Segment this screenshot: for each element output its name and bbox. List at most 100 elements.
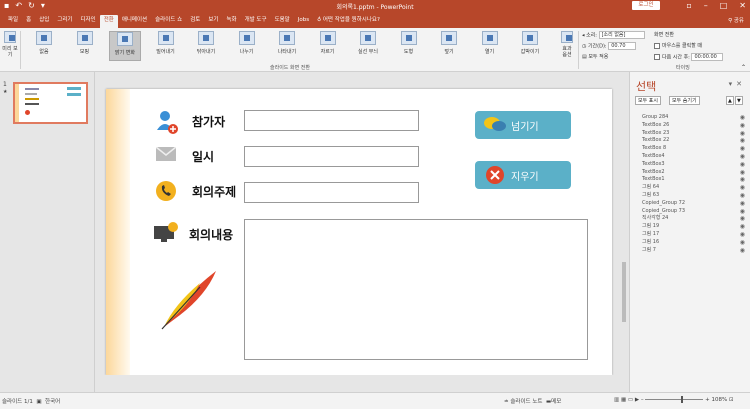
tab-3[interactable]: 그리기 [53,15,76,25]
tab-2[interactable]: 삽입 [35,15,53,25]
eye-icon[interactable]: ◉ [740,153,745,161]
selection-item[interactable]: TextBox 26 ◉ [642,122,747,130]
eye-icon[interactable]: ◉ [740,208,745,216]
zoom-in-icon[interactable]: + [705,397,710,403]
tab-0[interactable]: 파일 [4,15,22,25]
horizontal-scrollbar[interactable] [96,375,628,392]
participants-textbox[interactable] [244,110,419,131]
eye-icon[interactable]: ◉ [740,130,745,138]
effect-5[interactable]: 나누기 [231,31,263,61]
eye-icon[interactable]: ◉ [740,192,745,200]
effect-options-button[interactable]: 효과 옵션 [558,31,576,58]
eye-icon[interactable]: ◉ [740,169,745,177]
move-down-icon[interactable]: ▼ [735,96,743,105]
login-button[interactable]: 로그인 [632,1,660,10]
selection-item[interactable]: TextBox3 ◉ [642,161,747,169]
notes-button[interactable]: ≐ 슬라이드 노트 [504,399,542,405]
effect-2[interactable]: 밝기 변화 [109,31,141,61]
effect-10[interactable]: 덮기 [433,31,465,61]
tab-1[interactable]: 홈 [22,15,35,25]
hide-all-button[interactable]: 모두 숨기기 [669,96,700,105]
effect-3[interactable]: 밀어내기 [150,31,182,61]
datetime-textbox[interactable] [244,146,419,167]
zoom-out-icon[interactable]: – [641,397,644,403]
slide-canvas[interactable]: 참가자 일시 회의주제 회의내용 넘기기 지우기 [106,89,612,375]
effect-4[interactable]: 닦아내기 [190,31,222,61]
eye-icon[interactable]: ◉ [740,161,745,169]
tab-4[interactable]: 디자인 [77,15,100,25]
share-button[interactable]: ⚲ 공유 [728,16,744,24]
collapse-ribbon-icon[interactable]: ⌃ [741,64,746,71]
reading-view-icon[interactable]: ▭ [628,397,633,403]
tab-10[interactable]: 녹화 [222,15,240,25]
tab-12[interactable]: 도움말 [271,15,294,25]
minimize-icon[interactable]: – [704,0,708,12]
preview-button[interactable]: 미리 보기 [2,31,18,58]
vertical-scrollbar[interactable] [619,72,629,375]
selection-item[interactable]: 그림 7 ◉ [642,247,747,255]
selection-item[interactable]: 그림 17 ◉ [642,231,747,239]
selection-item[interactable]: TextBox4 ◉ [642,153,747,161]
eye-icon[interactable]: ◉ [740,200,745,208]
after-input[interactable]: 00:00.00 [691,53,724,61]
eye-icon[interactable]: ◉ [740,176,745,184]
show-all-button[interactable]: 모두 표시 [635,96,661,105]
eye-icon[interactable]: ◉ [740,215,745,223]
slide-thumbnail[interactable] [13,82,88,124]
zoom-level[interactable]: 108% [711,397,727,403]
eye-icon[interactable]: ◉ [740,114,745,122]
slideshow-icon[interactable]: ▶ [635,397,639,403]
selection-item[interactable]: TextBox1 ◉ [642,176,747,184]
scroll-thumb[interactable] [622,262,626,322]
effect-6[interactable]: 나타내기 [271,31,303,61]
tab-11[interactable]: 개발 도구 [241,15,271,25]
close-icon[interactable]: ✕ [739,0,746,12]
tab-9[interactable]: 보기 [204,15,222,25]
selection-item[interactable]: TextBox 8 ◉ [642,145,747,153]
content-textbox[interactable] [244,219,588,360]
zoom-slider[interactable] [645,396,704,403]
selection-item[interactable]: 그림 64 ◉ [642,184,747,192]
eye-icon[interactable]: ◉ [740,137,745,145]
tell-me-search[interactable]: ♁ 어떤 작업을 원하시나요? [313,15,384,25]
after-check[interactable] [654,54,660,60]
tab-13[interactable]: Jobs [294,15,313,25]
selection-item[interactable]: 그림 63 ◉ [642,192,747,200]
move-up-icon[interactable]: ▲ [726,96,734,105]
effect-11[interactable]: 열기 [474,31,506,61]
eye-icon[interactable]: ◉ [740,223,745,231]
tab-6[interactable]: 애니메이션 [118,15,151,25]
effect-9[interactable]: 도형 [393,31,425,61]
fit-window-icon[interactable]: ⊡ [729,397,734,403]
pane-menu-icon[interactable]: ▾ [729,80,737,88]
comments-button[interactable]: ▬메모 [546,399,561,405]
tab-5[interactable]: 전환 [99,15,118,28]
selection-item[interactable]: Copied_Group 72 ◉ [642,200,747,208]
effect-12[interactable]: 갑박이기 [514,31,546,61]
apply-all-button[interactable]: ▤ 모두 적용 [582,53,608,60]
eye-icon[interactable]: ◉ [740,247,745,255]
on-click-checkbox[interactable]: 마우스를 클릭할 때 [654,42,702,49]
pane-close-icon[interactable]: ✕ [736,80,746,88]
topic-textbox[interactable] [244,182,419,203]
selection-item[interactable]: TextBox 23 ◉ [642,130,747,138]
effect-7[interactable]: 자르기 [312,31,344,61]
maximize-icon[interactable]: □ [720,0,728,12]
next-button[interactable]: 넘기기 [475,111,571,139]
selection-item[interactable]: TextBox 22 ◉ [642,137,747,145]
selection-item[interactable]: TextBox2 ◉ [642,169,747,177]
effect-0[interactable]: 없음 [28,31,60,61]
eye-icon[interactable]: ◉ [740,231,745,239]
duration-input[interactable]: 00.70 [608,42,637,50]
sound-select[interactable]: [소리 없음] [598,31,645,39]
eye-icon[interactable]: ◉ [740,145,745,153]
selection-item[interactable]: 그림 19 ◉ [642,223,747,231]
eye-icon[interactable]: ◉ [740,184,745,192]
selection-item[interactable]: 직사각형 24 ◉ [642,215,747,223]
eye-icon[interactable]: ◉ [740,122,745,130]
effect-1[interactable]: 모핑 [69,31,101,61]
on-click-check[interactable] [654,42,660,49]
tab-7[interactable]: 슬라이드 쇼 [151,15,186,25]
clear-button[interactable]: 지우기 [475,161,571,189]
language[interactable]: 한국어 [45,399,60,405]
